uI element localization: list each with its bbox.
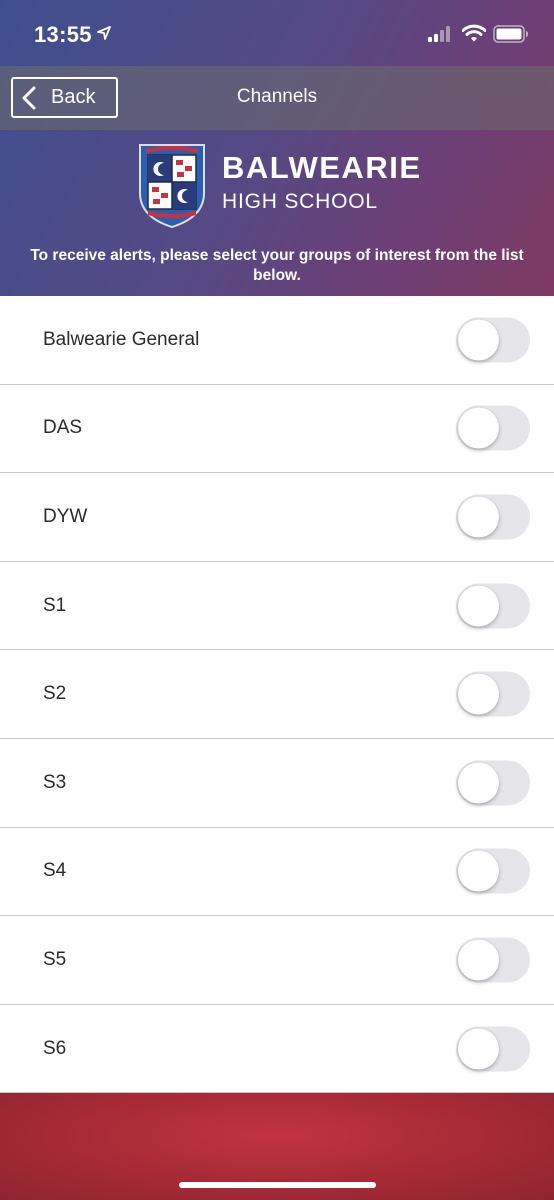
channel-toggle[interactable] bbox=[456, 405, 530, 451]
channel-toggle[interactable] bbox=[456, 583, 530, 629]
home-indicator[interactable] bbox=[179, 1182, 376, 1188]
school-subtitle: HIGH SCHOOL bbox=[222, 190, 378, 213]
location-arrow-icon bbox=[97, 26, 111, 45]
battery-icon bbox=[493, 25, 529, 48]
channel-label: DAS bbox=[43, 417, 83, 439]
channel-label: DYW bbox=[43, 505, 88, 527]
channel-label: S4 bbox=[43, 860, 67, 882]
channel-row: S5 bbox=[0, 916, 554, 1005]
page-title: Channels bbox=[236, 86, 318, 107]
toggle-knob bbox=[458, 939, 499, 981]
status-time: 13:55 bbox=[34, 22, 92, 47]
channel-toggle[interactable] bbox=[456, 1026, 530, 1072]
status-bar: 13:55 bbox=[0, 0, 554, 66]
school-logo: BALWEARIE HIGH SCHOOL bbox=[0, 130, 554, 230]
toggle-knob bbox=[458, 585, 499, 627]
channel-toggle[interactable] bbox=[456, 848, 530, 894]
toggle-knob bbox=[458, 850, 499, 892]
toggle-knob bbox=[458, 496, 499, 538]
toggle-knob bbox=[458, 1028, 499, 1070]
channel-row: S1 bbox=[0, 561, 554, 651]
channel-toggle[interactable] bbox=[456, 760, 530, 806]
header: 13:55 Back Channels BALWEARIE HIGH SCHOO… bbox=[0, 0, 554, 296]
school-name: BALWEARIE bbox=[222, 150, 422, 185]
cellular-signal-icon bbox=[428, 26, 454, 47]
channel-label: S2 bbox=[43, 683, 67, 705]
instructions-text: To receive alerts, please select your gr… bbox=[30, 247, 524, 284]
channel-label: S3 bbox=[43, 771, 67, 793]
channel-row: S6 bbox=[0, 1004, 554, 1094]
navigation-bar: Back Channels bbox=[0, 66, 554, 130]
channel-list: Balwearie General DAS DYW S1 S2 S3 S4 S5… bbox=[0, 296, 554, 1094]
channel-row: S2 bbox=[0, 650, 554, 739]
channel-row: Balwearie General bbox=[0, 296, 554, 385]
channel-row: S3 bbox=[0, 738, 554, 828]
toggle-knob bbox=[458, 762, 499, 804]
channel-row: DYW bbox=[0, 473, 554, 562]
channel-toggle[interactable] bbox=[456, 671, 530, 717]
channel-label: Balwearie General bbox=[43, 328, 200, 350]
channel-toggle[interactable] bbox=[456, 494, 530, 540]
channel-label: S1 bbox=[43, 594, 67, 616]
school-crest-icon bbox=[139, 144, 205, 229]
channel-row: DAS bbox=[0, 384, 554, 474]
toggle-knob bbox=[458, 319, 499, 361]
toggle-knob bbox=[458, 673, 499, 715]
channel-label: S6 bbox=[43, 1037, 67, 1059]
channel-row: S4 bbox=[0, 827, 554, 917]
channel-toggle[interactable] bbox=[456, 317, 530, 363]
channel-label: S5 bbox=[43, 948, 67, 970]
toggle-knob bbox=[458, 407, 499, 449]
wifi-icon bbox=[461, 24, 487, 47]
channel-toggle[interactable] bbox=[456, 937, 530, 983]
